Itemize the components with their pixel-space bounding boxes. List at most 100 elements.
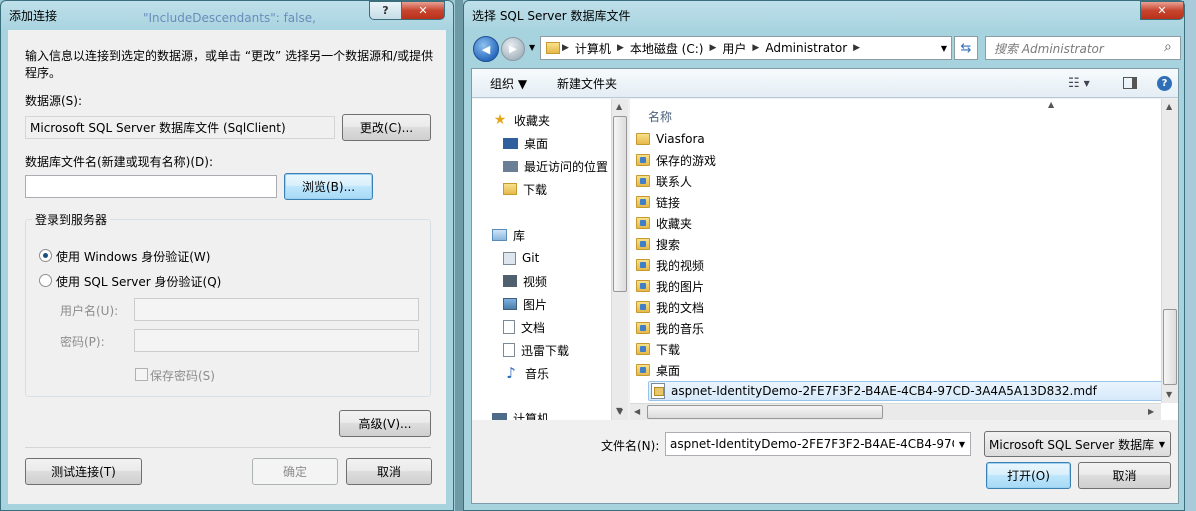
documents-folder-icon (636, 301, 650, 313)
login-group-title: 登录到服务器 (32, 211, 111, 228)
file-item[interactable]: 链接 (636, 192, 680, 212)
file-item[interactable]: 联系人 (636, 171, 692, 191)
recent-pages-chevron-icon[interactable]: ▼ (529, 43, 535, 52)
nav-pictures[interactable]: 图片 (503, 294, 547, 314)
file-item[interactable]: 我的图片 (636, 276, 704, 296)
star-icon: ★ (493, 112, 507, 128)
nav-recent[interactable]: 最近访问的位置 (503, 156, 608, 176)
file-item[interactable]: 我的音乐 (636, 318, 704, 338)
scroll-right-icon[interactable]: ▶ (1148, 407, 1154, 416)
back-arrow-icon: ◀ (481, 42, 491, 56)
browse-button[interactable]: 浏览(B)... (284, 173, 373, 200)
cancel-button[interactable]: 取消 (346, 458, 432, 485)
file-item[interactable]: 我的视频 (636, 255, 704, 275)
filename-dropdown-icon[interactable]: ▼ (954, 433, 970, 455)
nav-computer[interactable]: 计算机 (492, 408, 549, 420)
filetype-dropdown-icon[interactable]: ▼ (1154, 432, 1170, 456)
close-button[interactable]: ✕ (1140, 1, 1184, 20)
nav-desktop[interactable]: 桌面 (503, 133, 548, 153)
refresh-button[interactable]: ⇆ (954, 36, 978, 60)
documents-library-icon (503, 320, 515, 334)
file-item[interactable]: 我的文档 (636, 297, 704, 317)
new-folder-button[interactable]: 新建文件夹 (557, 69, 617, 97)
nav-scroll-down-icon[interactable]: ▼ (617, 407, 623, 416)
db-file-input[interactable] (25, 175, 277, 198)
file-list-scrollbar-thumb[interactable] (1163, 309, 1177, 385)
filetype-value: Microsoft SQL Server 数据库 (989, 437, 1155, 452)
back-button[interactable]: ◀ (473, 36, 499, 62)
nav-library[interactable]: 库 (492, 225, 525, 245)
organize-button[interactable]: 组织 ▼ (490, 69, 527, 97)
advanced-button[interactable]: 高级(V)... (339, 410, 431, 437)
scroll-up-icon[interactable]: ▲ (616, 102, 622, 111)
test-connection-button[interactable]: 测试连接(T) (25, 458, 142, 485)
breadcrumb-administrator[interactable]: Administrator (765, 41, 847, 55)
view-options-icon[interactable]: ☷ ▼ (1068, 69, 1090, 97)
videos-folder-icon (636, 259, 650, 271)
select-database-file-dialog: 选择 SQL Server 数据库文件 ✕ ◀ ▶ ▼ ▶ 计算机 ▶ 本地磁盘… (463, 0, 1185, 511)
filetype-select[interactable]: Microsoft SQL Server 数据库 ▼ (984, 431, 1171, 457)
address-bar[interactable]: ▶ 计算机 ▶ 本地磁盘 (C:) ▶ 用户 ▶ Administrator ▶… (540, 36, 952, 60)
scroll-up-icon[interactable]: ▲ (1166, 102, 1172, 111)
file-item-selected[interactable]: aspnet-IdentityDemo-2FE7F3F2-B4AE-4CB4-9… (648, 381, 1169, 401)
nav-favorites[interactable]: ★ 收藏夹 (492, 110, 550, 130)
sql-auth-radio[interactable] (39, 274, 52, 287)
username-input[interactable] (134, 298, 419, 321)
save-password-label: 保存密码(S) (150, 369, 215, 383)
windows-auth-label[interactable]: 使用 Windows 身份验证(W) (56, 248, 210, 265)
nav-xunlei[interactable]: 迅雷下载 (503, 340, 569, 360)
file-item[interactable]: 收藏夹 (636, 213, 692, 233)
horizontal-scrollbar[interactable]: ◀ ▶ (630, 403, 1161, 420)
nav-downloads[interactable]: 下载 (503, 179, 547, 199)
nav-scrollbar[interactable]: ▲ ▼ (611, 99, 628, 420)
saved-games-folder-icon (636, 154, 650, 166)
file-item[interactable]: 保存的游戏 (636, 150, 716, 170)
data-source-label: 数据源(S): (25, 94, 83, 108)
filename-input[interactable]: aspnet-IdentityDemo-2FE7F3F2-B4AE-4CB4-9… (665, 432, 971, 456)
scroll-down-icon[interactable]: ▼ (1166, 390, 1172, 399)
contacts-folder-icon (636, 175, 650, 187)
file-item[interactable]: 桌面 (636, 360, 680, 380)
add-connection-dialog: 添加连接 "IncludeDescendants": false, ? ✕ 输入… (0, 0, 454, 511)
file-item[interactable]: 搜索 (636, 234, 680, 254)
forward-button[interactable]: ▶ (501, 37, 525, 61)
preview-pane-icon[interactable] (1123, 69, 1137, 97)
breadcrumb-users[interactable]: 用户 (722, 40, 746, 57)
ok-button[interactable]: 确定 (252, 458, 338, 485)
file-list-scrollbar[interactable]: ▲ ▼ (1161, 99, 1178, 403)
breadcrumb-computer[interactable]: 计算机 (575, 40, 611, 57)
open-button[interactable]: 打开(O) (986, 462, 1071, 489)
nav-git[interactable]: Git (503, 248, 539, 268)
sql-auth-label[interactable]: 使用 SQL Server 身份验证(Q) (56, 273, 221, 290)
horizontal-scrollbar-thumb[interactable] (647, 405, 883, 419)
nav-documents[interactable]: 文档 (503, 317, 545, 337)
downloads-folder-icon (503, 183, 517, 195)
cancel-button[interactable]: 取消 (1078, 462, 1171, 489)
help-button[interactable]: ? (369, 1, 402, 20)
password-label: 密码(P): (60, 335, 105, 349)
library-icon (492, 229, 507, 241)
file-item[interactable]: 下载 (636, 339, 680, 359)
save-password-checkbox[interactable] (135, 368, 148, 381)
nav-scrollbar-thumb[interactable] (613, 116, 627, 292)
close-button[interactable]: ✕ (401, 1, 445, 20)
breadcrumb-local-disk[interactable]: 本地磁盘 (C:) (630, 40, 704, 57)
nav-video[interactable]: 视频 (503, 271, 547, 291)
nav-music[interactable]: ♪ 音乐 (503, 363, 549, 383)
help-icon[interactable]: ? (1157, 69, 1172, 97)
windows-auth-radio[interactable] (39, 249, 52, 262)
username-label: 用户名(U): (60, 304, 119, 318)
column-header-name[interactable]: 名称 (648, 108, 672, 125)
password-input[interactable] (134, 329, 419, 352)
scroll-left-icon[interactable]: ◀ (634, 407, 640, 416)
search-icon[interactable]: ⌕ (1164, 39, 1172, 55)
filename-label: 文件名(N): (601, 439, 660, 453)
folder-icon (546, 42, 560, 54)
downloads-folder-icon (636, 343, 650, 355)
address-dropdown-icon[interactable]: ▼ (941, 44, 947, 53)
navigation-pane: ★ 收藏夹 桌面 最近访问的位置 下载 库 Git 视频 图片 文档 迅雷下载 ♪… (472, 99, 628, 420)
forward-arrow-icon: ▶ (509, 43, 517, 55)
change-button[interactable]: 更改(C)... (342, 114, 431, 141)
file-item[interactable]: Viasfora (636, 129, 705, 149)
search-input[interactable]: 搜索 Administrator (985, 36, 1181, 60)
